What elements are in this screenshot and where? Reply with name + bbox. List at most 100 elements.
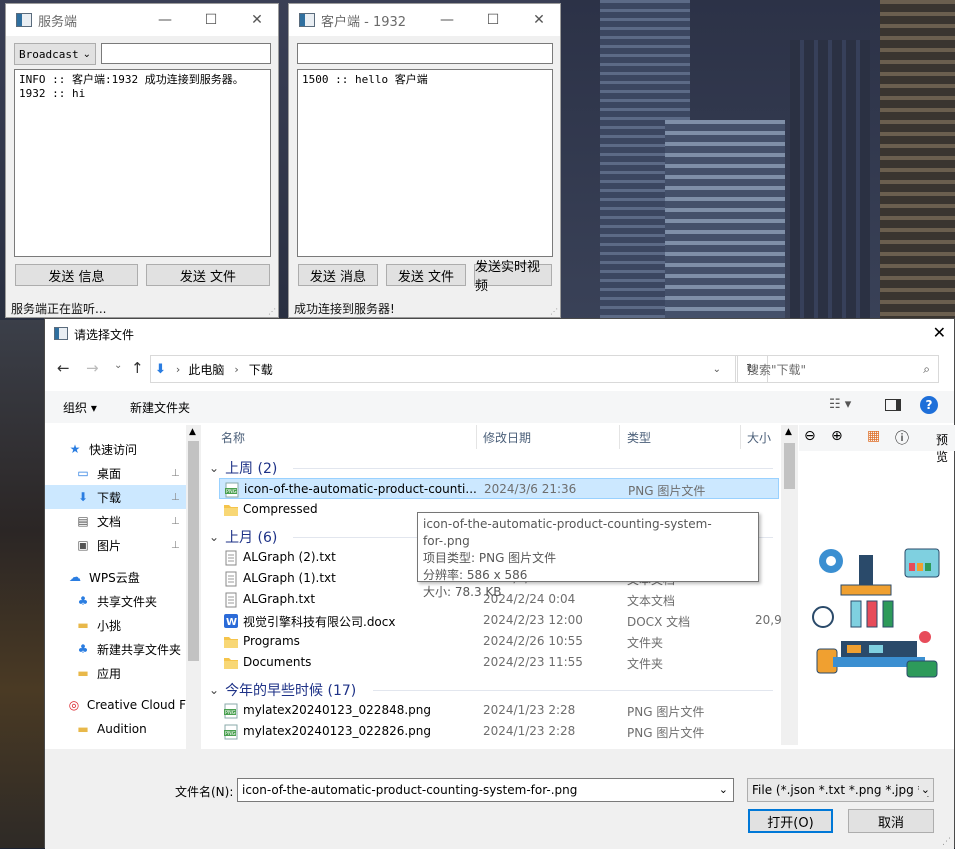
file-row[interactable]: W 视觉引擎科技有限公司.docx 2024/2/23 12:00 DOCX 文档 20… bbox=[219, 610, 782, 631]
group-divider bbox=[373, 690, 773, 691]
maximize-icon[interactable]: ☐ bbox=[188, 4, 234, 36]
breadcrumb-item[interactable]: 下载 bbox=[249, 361, 273, 378]
send-file-button[interactable]: 发送 文件 bbox=[386, 264, 466, 286]
column-divider[interactable] bbox=[476, 425, 477, 449]
zoom-in-icon[interactable]: ⊕ bbox=[831, 428, 843, 444]
minimize-icon[interactable]: — bbox=[424, 4, 470, 36]
send-file-button[interactable]: 发送 文件 bbox=[146, 264, 270, 286]
file-type-select[interactable]: File (*.json *.txt *.png *.jpg *.j ⌄ bbox=[747, 778, 934, 802]
send-info-button[interactable]: 发送 信息 bbox=[15, 264, 138, 286]
organize-button[interactable]: 组织 ▾ bbox=[63, 399, 97, 416]
address-dropdown-icon[interactable]: ⌄ bbox=[713, 364, 721, 375]
file-row[interactable]: PNG mylatex20240123_022826.png 2024/1/23 2… bbox=[219, 721, 779, 742]
nav-item-label: Audition bbox=[97, 722, 147, 736]
send-message-button[interactable]: 发送 消息 bbox=[298, 264, 378, 286]
scroll-up-icon[interactable]: ▲ bbox=[189, 427, 196, 437]
nav-item-label: 快速访问 bbox=[89, 442, 138, 457]
close-icon[interactable]: ✕ bbox=[234, 4, 280, 36]
server-log[interactable]: INFO :: 客户端:1932 成功连接到服务器。 1932 :: hi bbox=[14, 69, 271, 257]
broadcast-select[interactable]: Broadcast ⌄ bbox=[14, 43, 96, 65]
log-line: 1500 :: hello 客户端 bbox=[302, 73, 428, 86]
minimize-icon[interactable]: — bbox=[142, 4, 188, 36]
file-date: 2024/3/6 21:36 bbox=[484, 482, 577, 496]
info-icon[interactable]: ⓘ bbox=[895, 428, 909, 448]
maximize-icon[interactable]: ☐ bbox=[470, 4, 516, 36]
client-log[interactable]: 1500 :: hello 客户端 bbox=[297, 69, 553, 257]
file-row[interactable]: PNG icon-of-the-automatic-product-counti.… bbox=[219, 478, 779, 499]
recent-chevron-icon[interactable]: ⌄ bbox=[114, 360, 122, 371]
resize-grip-icon[interactable]: ⋰ bbox=[550, 307, 558, 316]
open-button[interactable]: 打开(O) bbox=[748, 809, 833, 833]
group-header[interactable]: ⌄ 上月 (6) bbox=[209, 526, 277, 548]
nav-item[interactable]: ☁ WPS云盘 bbox=[45, 565, 186, 589]
grid-view-icon[interactable]: ▦ bbox=[867, 428, 880, 444]
file-scrollbar[interactable]: ▲ bbox=[781, 425, 798, 745]
group-label: 今年的早些时候 (17) bbox=[225, 683, 357, 699]
file-name: mylatex20240123_022826.png bbox=[243, 724, 431, 738]
breadcrumb-item[interactable]: 此电脑 bbox=[188, 361, 224, 378]
group-header[interactable]: ⌄ 今年的早些时候 (17) bbox=[209, 679, 356, 701]
server-titlebar: 服务端 — ☐ ✕ bbox=[6, 4, 278, 36]
nav-item[interactable]: ▬ 应用 bbox=[45, 661, 186, 685]
scroll-up-icon[interactable]: ▲ bbox=[785, 427, 792, 437]
column-date[interactable]: 修改日期 bbox=[483, 425, 531, 449]
search-input[interactable]: 搜索"下载" ⌕ bbox=[737, 355, 939, 383]
back-arrow-icon[interactable]: ← bbox=[57, 359, 70, 377]
nav-item[interactable]: ▣ 图片 ⊥ bbox=[45, 533, 186, 557]
server-message-input[interactable] bbox=[101, 43, 271, 64]
column-divider[interactable] bbox=[619, 425, 620, 449]
new-folder-button[interactable]: 新建文件夹 bbox=[130, 399, 190, 416]
client-message-input[interactable] bbox=[297, 43, 553, 64]
file-row[interactable]: PNG mylatex20240123_022848.png 2024/1/23 2… bbox=[219, 700, 779, 721]
nav-item[interactable]: ◎ Creative Cloud F bbox=[45, 693, 186, 717]
column-type[interactable]: 类型 bbox=[627, 425, 651, 449]
close-icon[interactable]: ✕ bbox=[516, 4, 562, 36]
help-icon[interactable]: ? bbox=[920, 396, 938, 414]
resize-grip-icon[interactable]: ⋰ bbox=[942, 837, 951, 847]
share-icon: ♣ bbox=[77, 642, 89, 656]
column-size[interactable]: 大小 bbox=[747, 425, 771, 449]
forward-arrow-icon[interactable]: → bbox=[86, 359, 99, 377]
chevron-down-icon[interactable]: ⌄ bbox=[719, 783, 728, 796]
tooltip-filename: icon-of-the-automatic-product-counting-s… bbox=[423, 517, 712, 548]
up-arrow-icon[interactable]: ↑ bbox=[131, 359, 144, 377]
column-name[interactable]: 名称 bbox=[221, 425, 245, 449]
picture-icon: ▣ bbox=[77, 538, 89, 552]
file-name: 视觉引擎科技有限公司.docx bbox=[243, 615, 396, 629]
file-row[interactable]: Documents 2024/2/23 11:55 文件夹 bbox=[219, 652, 779, 673]
scroll-thumb[interactable] bbox=[188, 441, 199, 661]
folder-icon: ▬ bbox=[77, 722, 89, 736]
preview-pane-icon[interactable] bbox=[885, 399, 901, 411]
file-type-value: File (*.json *.txt *.png *.jpg *.j bbox=[752, 783, 931, 797]
send-video-button[interactable]: 发送实时视频 bbox=[474, 260, 552, 294]
file-name: Compressed bbox=[243, 502, 318, 516]
nav-item[interactable]: ▬ 小挑 bbox=[45, 613, 186, 637]
file-row[interactable]: Programs 2024/2/26 10:55 文件夹 bbox=[219, 631, 779, 652]
column-divider[interactable] bbox=[740, 425, 741, 449]
document-icon: ▤ bbox=[77, 514, 89, 528]
address-bar[interactable]: ⬇ › 此电脑 › 下载 ⌄ ↻ bbox=[150, 355, 768, 383]
group-header[interactable]: ⌄ 上周 (2) bbox=[209, 457, 277, 479]
nav-item-label: 桌面 bbox=[97, 466, 122, 481]
nav-scrollbar[interactable]: ▲ bbox=[186, 425, 201, 750]
nav-item-label: 共享文件夹 bbox=[97, 594, 158, 609]
resize-grip-icon[interactable]: ⋰ bbox=[268, 307, 276, 316]
preview-image bbox=[812, 548, 940, 678]
nav-item[interactable]: ★ 快速访问 bbox=[45, 437, 186, 461]
nav-item[interactable]: ▭ 桌面 ⊥ bbox=[45, 461, 186, 485]
nav-item[interactable]: ▤ 文档 ⊥ bbox=[45, 509, 186, 533]
nav-item[interactable]: ⬇ 下载 ⊥ bbox=[45, 485, 186, 509]
zoom-out-icon[interactable]: ⊖ bbox=[804, 428, 816, 444]
nav-item[interactable]: ♣ 新建共享文件夹 bbox=[45, 637, 186, 661]
breadcrumb-separator-icon: › bbox=[234, 362, 239, 376]
nav-item[interactable]: ▬ Audition bbox=[45, 717, 186, 741]
nav-item[interactable]: ♣ 共享文件夹 bbox=[45, 589, 186, 613]
view-options-icon[interactable]: ☷ ▾ bbox=[829, 397, 851, 412]
svg-text:PNG: PNG bbox=[226, 489, 237, 495]
close-icon[interactable]: ✕ bbox=[933, 323, 946, 342]
client-window: 客户端 - 1932 — ☐ ✕ 1500 :: hello 客户端 发送 消息… bbox=[288, 3, 561, 318]
filename-input[interactable]: icon-of-the-automatic-product-counting-s… bbox=[237, 778, 734, 802]
cancel-button[interactable]: 取消 bbox=[848, 809, 934, 833]
scroll-thumb[interactable] bbox=[784, 443, 795, 489]
file-type: PNG 图片文件 bbox=[628, 484, 706, 498]
